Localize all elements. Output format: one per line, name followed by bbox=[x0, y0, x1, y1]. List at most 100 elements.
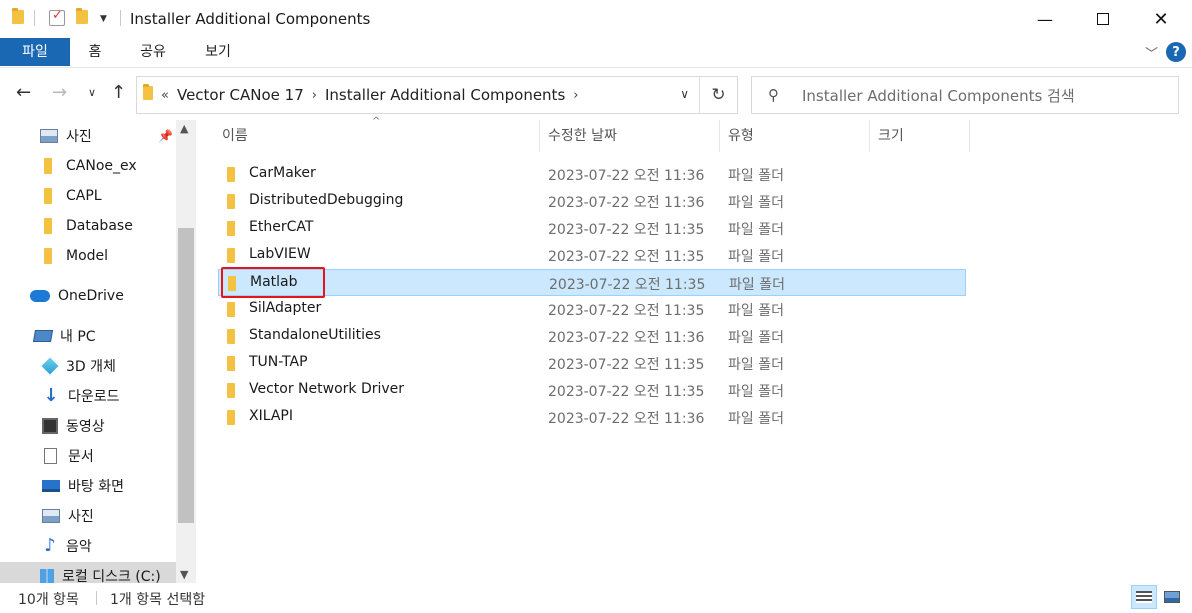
breadcrumb-installer-components[interactable]: Installer Additional Components bbox=[325, 86, 565, 104]
large-icons-view-button[interactable] bbox=[1159, 585, 1185, 609]
tab-home[interactable]: 홈 bbox=[78, 38, 112, 66]
sidebar-item-canoe-ex[interactable]: CANoe_ex bbox=[40, 152, 137, 180]
breadcrumb-vector-canoe[interactable]: Vector CANoe 17 bbox=[177, 86, 304, 104]
expand-ribbon-icon[interactable]: ﹀ bbox=[1145, 43, 1158, 62]
tab-view[interactable]: 보기 bbox=[190, 38, 246, 66]
scroll-up-icon[interactable]: ▲ bbox=[180, 122, 188, 135]
folder-icon bbox=[227, 221, 235, 236]
file-row[interactable]: XILAPI 2023-07-22 오전 11:36 파일 폴더 bbox=[218, 404, 966, 431]
file-type: 파일 폴더 bbox=[729, 277, 785, 293]
recent-locations-icon[interactable]: ∨ bbox=[88, 86, 96, 99]
sidebar-item-label: OneDrive bbox=[58, 288, 124, 304]
column-header-type[interactable]: 유형 bbox=[720, 120, 870, 152]
file-row[interactable]: TUN-TAP 2023-07-22 오전 11:35 파일 폴더 bbox=[218, 350, 966, 377]
sidebar-item-label: 문서 bbox=[68, 449, 94, 465]
pictures-icon bbox=[42, 509, 60, 523]
video-icon bbox=[42, 418, 58, 434]
maximize-button[interactable] bbox=[1074, 0, 1132, 38]
details-view-button[interactable] bbox=[1131, 585, 1157, 609]
file-name: CarMaker bbox=[249, 165, 316, 181]
file-date: 2023-07-22 오전 11:35 bbox=[549, 277, 706, 293]
chevron-right-icon[interactable]: › bbox=[573, 88, 578, 103]
folder-icon bbox=[44, 218, 52, 234]
highlight-annotation bbox=[221, 267, 325, 298]
column-header-size[interactable]: 크기 bbox=[870, 120, 970, 152]
breadcrumb-overflow[interactable]: « bbox=[161, 88, 169, 103]
sidebar-item-videos[interactable]: 동영상 bbox=[42, 412, 105, 440]
folder-icon bbox=[44, 248, 52, 264]
column-header-name[interactable]: 이름 bbox=[214, 120, 540, 152]
help-icon[interactable]: ? bbox=[1166, 42, 1186, 62]
file-name: StandaloneUtilities bbox=[249, 327, 381, 343]
sidebar-item-desktop[interactable]: 바탕 화면 bbox=[42, 472, 124, 500]
sidebar-item-local-disk[interactable]: 로컬 디스크 (C:) bbox=[0, 562, 176, 583]
scrollbar-thumb[interactable] bbox=[178, 228, 194, 523]
new-folder-icon[interactable] bbox=[76, 8, 88, 24]
file-row[interactable]: LabVIEW 2023-07-22 오전 11:35 파일 폴더 bbox=[218, 242, 966, 269]
navigation-pane: 사진 📌 CANoe_ex CAPL Database Model OneDri… bbox=[0, 120, 196, 583]
tab-share[interactable]: 공유 bbox=[126, 38, 180, 66]
sidebar-item-pictures[interactable]: 사진 bbox=[42, 502, 94, 530]
sidebar-item-this-pc[interactable]: 내 PC bbox=[32, 322, 96, 350]
address-row: ← → ∨ ↑ « Vector CANoe 17 › Installer Ad… bbox=[0, 70, 1192, 120]
close-button[interactable]: ✕ bbox=[1132, 0, 1190, 38]
sidebar-item-label: 동영상 bbox=[66, 419, 105, 435]
address-bar[interactable]: « Vector CANoe 17 › Installer Additional… bbox=[136, 76, 738, 114]
address-history-icon[interactable]: ∨ bbox=[680, 87, 689, 101]
sidebar-item-label: CAPL bbox=[66, 188, 102, 204]
sidebar-item-documents[interactable]: 문서 bbox=[42, 442, 94, 470]
sidebar-item-label: Model bbox=[66, 248, 109, 264]
sidebar-scrollbar[interactable]: ▲ ▼ bbox=[176, 120, 196, 583]
file-row[interactable]: StandaloneUtilities 2023-07-22 오전 11:36 … bbox=[218, 323, 966, 350]
folder-icon bbox=[227, 167, 235, 182]
pin-icon[interactable]: 📌 bbox=[158, 129, 173, 143]
details-view-icon bbox=[1136, 591, 1152, 603]
sidebar-item-label: 음악 bbox=[66, 539, 92, 555]
sidebar-item-label: 로컬 디스크 (C:) bbox=[62, 569, 161, 583]
sidebar-item-music[interactable]: ♪ 음악 bbox=[42, 532, 92, 560]
search-icon: ⚲ bbox=[768, 86, 779, 104]
forward-icon[interactable]: → bbox=[52, 82, 67, 103]
sidebar-item-downloads[interactable]: ↓ 다운로드 bbox=[42, 382, 120, 410]
scroll-down-icon[interactable]: ▼ bbox=[180, 568, 188, 581]
sidebar-item-label: 다운로드 bbox=[68, 389, 120, 405]
refresh-icon[interactable]: ↻ bbox=[699, 77, 737, 113]
sidebar-item-database[interactable]: Database bbox=[40, 212, 133, 240]
sidebar-item-model[interactable]: Model bbox=[40, 242, 108, 270]
file-name: TUN-TAP bbox=[249, 354, 308, 370]
file-row[interactable]: SilAdapter 2023-07-22 오전 11:35 파일 폴더 bbox=[218, 296, 966, 323]
item-count: 10개 항목 bbox=[18, 592, 79, 608]
file-date: 2023-07-22 오전 11:36 bbox=[548, 411, 705, 427]
customize-quick-access-icon[interactable]: ▼ bbox=[100, 14, 107, 24]
up-icon[interactable]: ↑ bbox=[111, 82, 126, 103]
tab-file[interactable]: 파일 bbox=[0, 38, 70, 66]
search-input[interactable]: ⚲ Installer Additional Components 검색 bbox=[751, 76, 1179, 114]
file-row-selected[interactable]: Matlab 2023-07-22 오전 11:35 파일 폴더 bbox=[218, 269, 966, 296]
document-icon bbox=[44, 448, 57, 464]
sidebar-item-label: CANoe_ex bbox=[66, 158, 137, 174]
music-icon: ♪ bbox=[44, 535, 56, 556]
sidebar-item-onedrive[interactable]: OneDrive bbox=[30, 282, 124, 310]
sidebar-item-pictures-pinned[interactable]: 사진 bbox=[40, 122, 92, 150]
minimize-button[interactable]: — bbox=[1016, 0, 1074, 38]
file-row[interactable]: EtherCAT 2023-07-22 오전 11:35 파일 폴더 bbox=[218, 215, 966, 242]
file-date: 2023-07-22 오전 11:36 bbox=[548, 168, 705, 184]
back-icon[interactable]: ← bbox=[16, 82, 31, 103]
file-row[interactable]: DistributedDebugging 2023-07-22 오전 11:36… bbox=[218, 188, 966, 215]
folder-icon bbox=[227, 248, 235, 263]
file-date: 2023-07-22 오전 11:35 bbox=[548, 384, 705, 400]
separator bbox=[96, 591, 97, 605]
folder-icon bbox=[44, 188, 52, 204]
chevron-right-icon[interactable]: › bbox=[312, 88, 317, 103]
folder-icon bbox=[227, 356, 235, 371]
file-row[interactable]: CarMaker 2023-07-22 오전 11:36 파일 폴더 bbox=[218, 161, 966, 188]
file-date: 2023-07-22 오전 11:35 bbox=[548, 222, 705, 238]
file-row[interactable]: Vector Network Driver 2023-07-22 오전 11:3… bbox=[218, 377, 966, 404]
file-date: 2023-07-22 오전 11:36 bbox=[548, 330, 705, 346]
file-type: 파일 폴더 bbox=[728, 249, 784, 265]
properties-icon[interactable] bbox=[49, 8, 65, 26]
column-header-date[interactable]: 수정한 날짜 bbox=[540, 120, 720, 152]
sidebar-item-3d-objects[interactable]: 3D 개체 bbox=[41, 352, 116, 380]
close-icon: ✕ bbox=[1153, 8, 1169, 30]
sidebar-item-capl[interactable]: CAPL bbox=[40, 182, 102, 210]
